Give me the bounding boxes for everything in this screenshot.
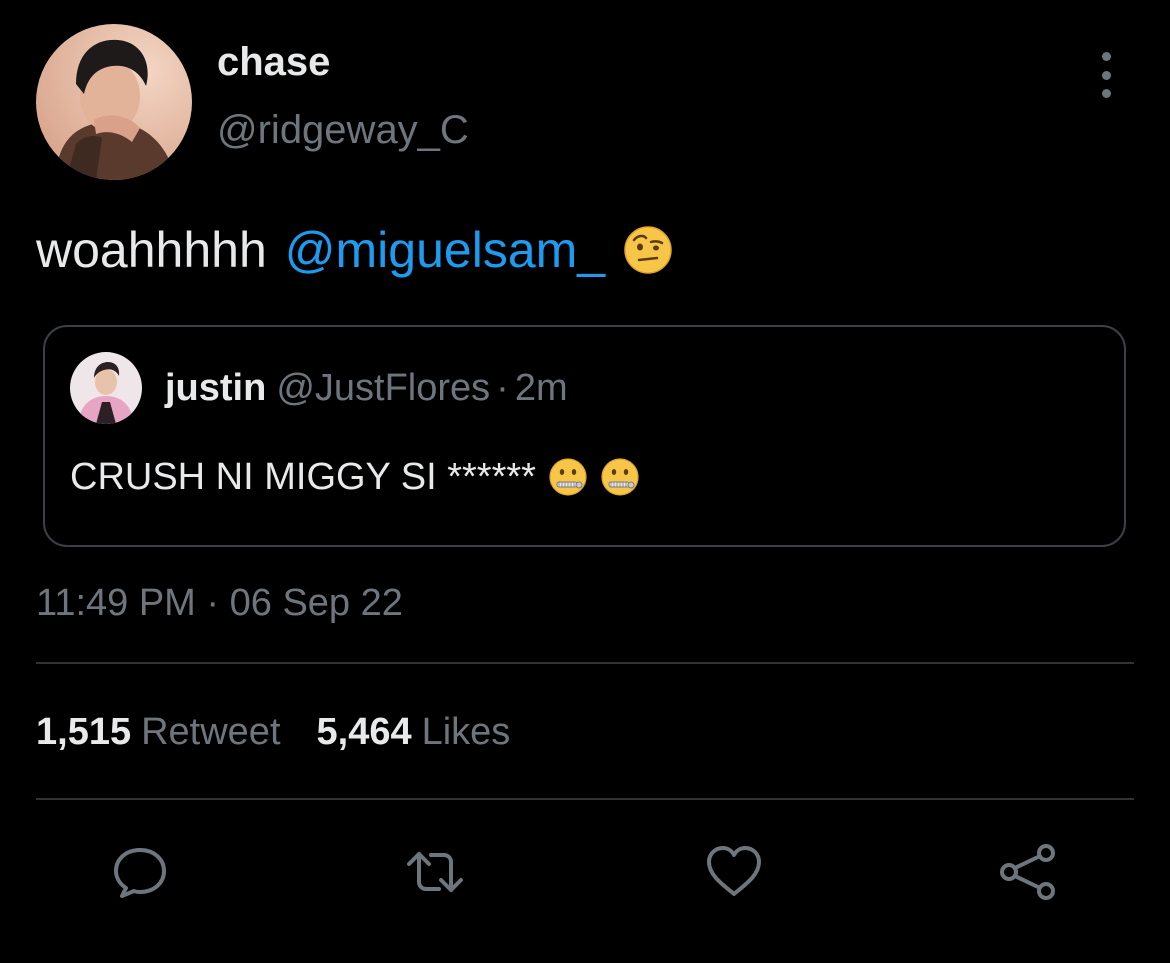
more-dot-icon: [1101, 70, 1111, 80]
retweet-stat[interactable]: 1,515 Retweet: [36, 711, 281, 753]
more-dot-icon: [1101, 89, 1111, 98]
quoted-tweet-card[interactable]: justin @JustFlores · 2m CRUSH NI MIGGY SI *…: [43, 325, 1126, 547]
retweet-label: Retweet: [141, 711, 281, 753]
more-dot-icon: [1101, 52, 1111, 61]
tweet-timestamp[interactable]: 11:49 PM · 06 Sep 22: [36, 580, 403, 626]
mention-link[interactable]: @miguelsam_: [285, 220, 605, 280]
author-handle[interactable]: @ridgeway_C: [217, 106, 469, 154]
tweet-date: 06 Sep 22: [229, 582, 403, 624]
likes-stat[interactable]: 5,464 Likes: [317, 711, 511, 753]
quoted-tweet-header: justin @JustFlores · 2m: [165, 366, 568, 410]
more-options-button[interactable]: [1090, 52, 1122, 98]
zipper-mouth-emoji-icon: [548, 457, 588, 497]
author-avatar-image: [36, 24, 192, 180]
tweet-time: 11:49 PM: [36, 582, 196, 624]
likes-count: 5,464: [316, 711, 412, 753]
author-display-name[interactable]: chase: [217, 38, 330, 86]
separator-dot: ·: [206, 582, 220, 624]
divider: [36, 798, 1134, 800]
divider: [36, 662, 1134, 664]
quoted-author-avatar[interactable]: [70, 352, 142, 424]
retweet-button[interactable]: [405, 842, 465, 902]
quoted-tweet-time: 2m: [514, 367, 568, 409]
reply-icon: [114, 848, 166, 898]
share-button[interactable]: [998, 842, 1058, 902]
retweet-count: 1,515: [36, 711, 132, 753]
quoted-author-handle[interactable]: @JustFlores: [276, 367, 490, 409]
like-button[interactable]: [704, 842, 764, 902]
quoted-tweet-text: CRUSH NI MIGGY SI ******: [70, 455, 640, 499]
quoted-author-avatar-image: [70, 352, 142, 424]
tweet-text: woahhhhh @miguelsam_: [36, 220, 673, 280]
raised-eyebrow-emoji-icon: [623, 225, 673, 275]
separator-dot: ·: [496, 367, 509, 409]
zipper-mouth-emoji-icon: [600, 457, 640, 497]
quoted-author-name[interactable]: justin: [165, 367, 266, 409]
retweet-icon: [407, 852, 463, 892]
likes-label: Likes: [421, 711, 511, 753]
tweet-body: woahhhhh: [36, 222, 267, 278]
share-icon: [1000, 844, 1055, 900]
like-icon: [707, 846, 761, 896]
tweet-stats: 1,515 Retweet 5,464 Likes: [36, 709, 510, 755]
reply-button[interactable]: [110, 842, 170, 902]
author-avatar[interactable]: [36, 24, 192, 180]
quoted-tweet-body: CRUSH NI MIGGY SI ******: [70, 456, 536, 498]
